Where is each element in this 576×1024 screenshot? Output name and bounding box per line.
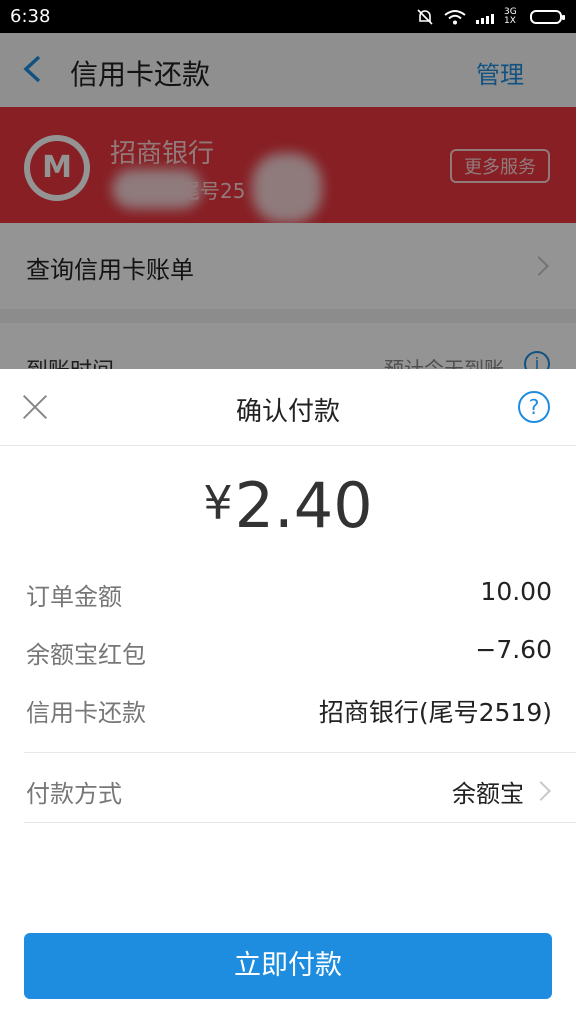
chevron-right-icon <box>531 781 551 801</box>
mute-bell-icon <box>417 8 433 25</box>
amount-value: 2.40 <box>234 469 373 542</box>
signal-icon <box>476 10 494 24</box>
help-icon[interactable]: ? <box>518 391 550 423</box>
pay-now-button[interactable]: 立即付款 <box>24 933 552 999</box>
payment-method-row[interactable]: 付款方式 余额宝 <box>0 754 576 824</box>
divider <box>24 752 576 753</box>
order-amount-value: 10.00 <box>480 577 552 606</box>
payment-method-label: 付款方式 <box>26 780 122 808</box>
confirm-payment-sheet: 确认付款 ? ¥2.40 订单金额 10.00 余额宝红包 −7.60 信用卡还… <box>0 369 576 1024</box>
sheet-title: 确认付款 <box>235 397 340 427</box>
sheet-header: 确认付款 ? <box>0 369 576 446</box>
network-type: 3G 1X <box>504 6 517 26</box>
divider <box>24 822 576 823</box>
red-packet-row: 余额宝红包 −7.60 <box>0 623 576 681</box>
red-packet-label: 余额宝红包 <box>26 641 146 669</box>
order-amount-row: 订单金额 10.00 <box>0 565 576 623</box>
credit-card-value: 招商银行(尾号2519) <box>318 698 552 727</box>
order-amount-label: 订单金额 <box>26 583 122 611</box>
battery-icon <box>530 9 565 24</box>
currency-symbol: ¥ <box>203 476 233 530</box>
status-time: 6:38 <box>10 6 51 27</box>
wifi-icon <box>444 9 466 24</box>
red-packet-value: −7.60 <box>475 635 552 664</box>
payment-amount: ¥2.40 <box>0 469 576 542</box>
status-bar: 6:38 3G 1X <box>0 0 576 33</box>
payment-method-value: 余额宝 <box>452 780 524 808</box>
credit-card-row: 信用卡还款 招商银行(尾号2519) <box>0 681 576 739</box>
credit-card-label: 信用卡还款 <box>26 699 146 727</box>
